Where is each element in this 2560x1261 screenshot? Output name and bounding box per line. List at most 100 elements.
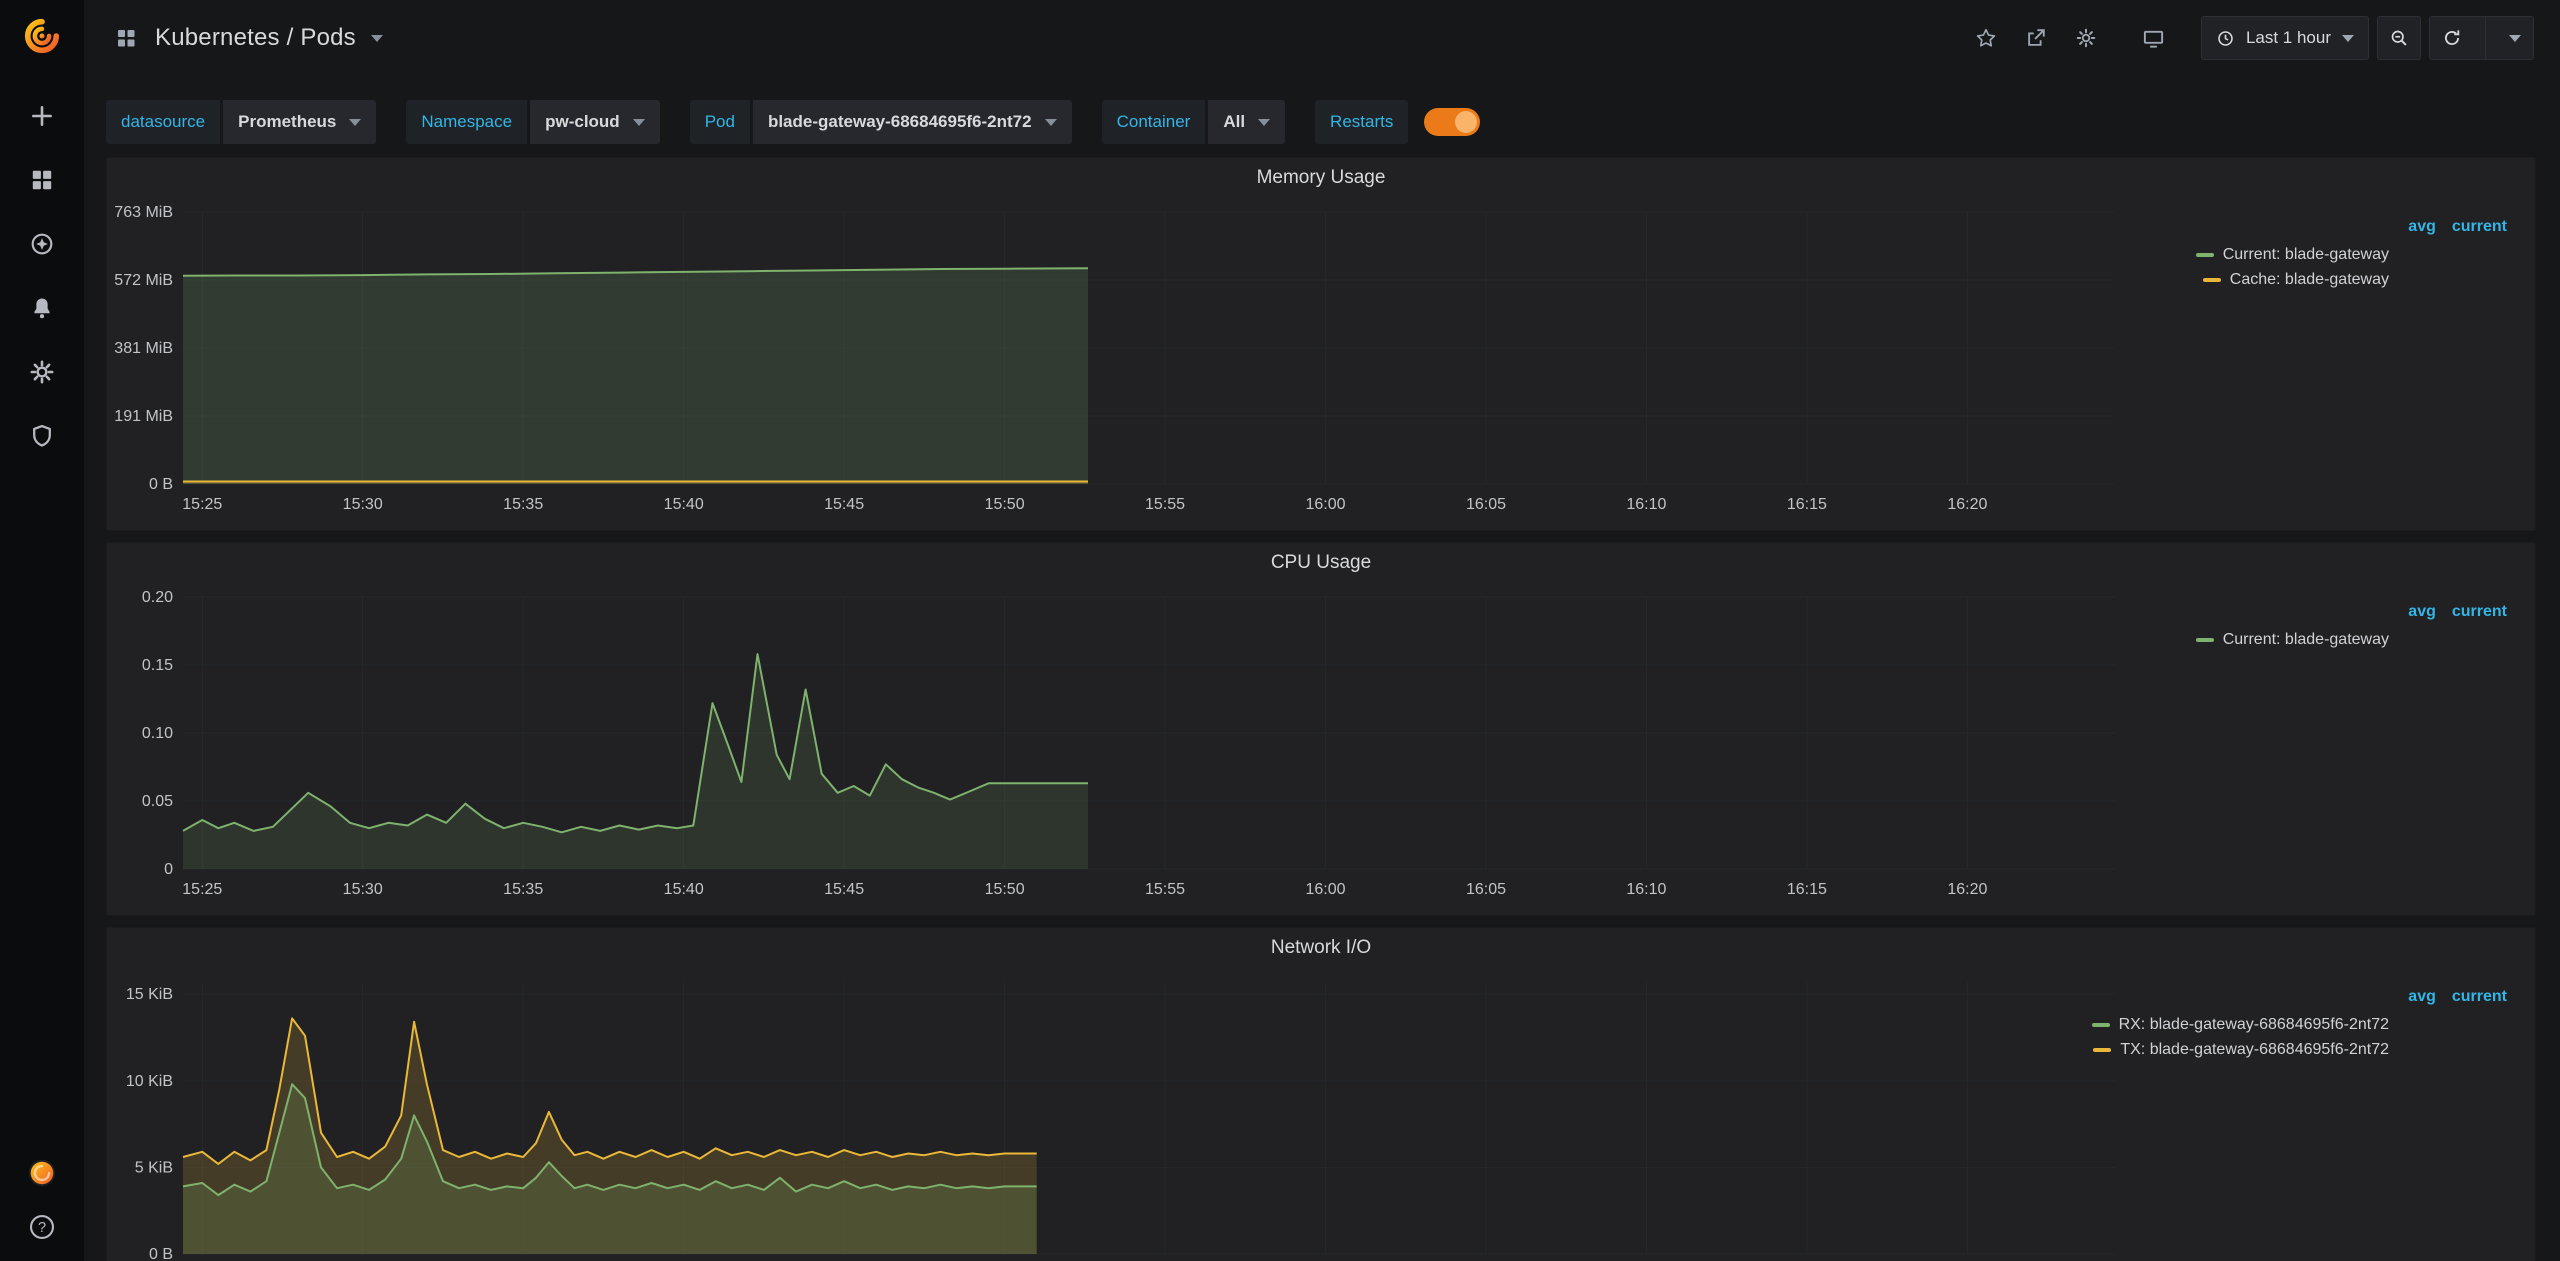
svg-text:15:55: 15:55 xyxy=(1145,881,1185,898)
filter-label: datasource xyxy=(106,100,220,144)
series-color-dash xyxy=(2092,1023,2110,1027)
svg-text:16:15: 16:15 xyxy=(1787,496,1827,513)
svg-text:15:50: 15:50 xyxy=(985,496,1025,513)
svg-text:0.10: 0.10 xyxy=(142,725,173,742)
dashboard-title-group[interactable]: Kubernetes / Pods xyxy=(112,24,383,52)
legend-avg-link[interactable]: avg xyxy=(2408,603,2436,621)
legend: avg current Current: blade-gateway xyxy=(2135,583,2535,907)
svg-text:15:30: 15:30 xyxy=(343,881,383,898)
legend-current-link[interactable]: current xyxy=(2452,218,2507,236)
configuration-gear-icon[interactable] xyxy=(28,358,56,386)
svg-text:15:55: 15:55 xyxy=(1145,496,1185,513)
refresh-button[interactable] xyxy=(2430,17,2474,59)
refresh-icon xyxy=(2442,28,2462,48)
navbar: Kubernetes / Pods xyxy=(84,0,2560,76)
svg-text:0 B: 0 B xyxy=(149,476,173,493)
svg-text:16:15: 16:15 xyxy=(1787,881,1827,898)
svg-text:10 KiB: 10 KiB xyxy=(126,1073,173,1090)
namespace-select[interactable]: pw-cloud xyxy=(530,100,660,144)
grafana-logo-icon[interactable] xyxy=(15,12,69,60)
cpu-usage-chart[interactable]: 00.050.100.150.2015:2515:3015:3515:4015:… xyxy=(107,583,2135,907)
filter-pod: Pod blade-gateway-68684695f6-2nt72 xyxy=(690,100,1072,144)
create-icon[interactable] xyxy=(28,102,56,130)
svg-text:16:00: 16:00 xyxy=(1305,881,1345,898)
svg-text:763 MiB: 763 MiB xyxy=(114,204,173,221)
refresh-button-group xyxy=(2429,16,2534,60)
legend: avg current Current: blade-gateway Cache:… xyxy=(2135,198,2535,522)
chevron-down-icon xyxy=(371,35,383,42)
time-range-label: Last 1 hour xyxy=(2246,28,2331,48)
apps-grid-icon xyxy=(112,24,140,52)
legend-item[interactable]: RX: blade-gateway-68684695f6-2nt72 xyxy=(2092,1016,2389,1034)
filter-label: Container xyxy=(1102,100,1206,144)
server-admin-shield-icon[interactable] xyxy=(28,422,56,450)
sidebar: ? xyxy=(0,0,84,1261)
svg-text:15:35: 15:35 xyxy=(503,496,543,513)
filter-namespace: Namespace pw-cloud xyxy=(406,100,659,144)
svg-text:15:25: 15:25 xyxy=(182,881,222,898)
memory-usage-panel: Memory Usage 0 B191 MiB381 MiB572 MiB763… xyxy=(106,157,2536,531)
legend-avg-link[interactable]: avg xyxy=(2408,988,2436,1006)
dashboard-grid: Memory Usage 0 B191 MiB381 MiB572 MiB763… xyxy=(84,144,2560,1261)
help-icon[interactable]: ? xyxy=(28,1213,56,1241)
series-name: Cache: blade-gateway xyxy=(2230,271,2389,289)
zoom-out-icon xyxy=(2389,28,2409,48)
page-title: Kubernetes / Pods xyxy=(155,24,356,52)
time-range-picker[interactable]: Last 1 hour xyxy=(2201,16,2369,60)
filter-restarts: Restarts xyxy=(1315,100,1480,144)
datasource-select[interactable]: Prometheus xyxy=(223,100,376,144)
svg-text:16:20: 16:20 xyxy=(1947,496,1987,513)
legend-item[interactable]: TX: blade-gateway-68684695f6-2nt72 xyxy=(2093,1041,2389,1059)
legend-current-link[interactable]: current xyxy=(2452,988,2507,1006)
svg-text:5 KiB: 5 KiB xyxy=(135,1159,173,1176)
legend-item[interactable]: Cache: blade-gateway xyxy=(2203,271,2389,289)
dashboard-settings-gear-button[interactable] xyxy=(2065,17,2107,59)
explore-compass-icon[interactable] xyxy=(28,230,56,258)
panel-title[interactable]: Network I/O xyxy=(107,928,2535,968)
filter-datasource: datasource Prometheus xyxy=(106,100,376,144)
legend-current-link[interactable]: current xyxy=(2452,603,2507,621)
pod-select[interactable]: blade-gateway-68684695f6-2nt72 xyxy=(753,100,1072,144)
network-io-chart[interactable]: 0 B5 KiB10 KiB15 KiB15:2515:3015:3515:40… xyxy=(107,968,2135,1261)
series-name: Current: blade-gateway xyxy=(2223,246,2389,264)
svg-text:15:45: 15:45 xyxy=(824,496,864,513)
network-io-panel: Network I/O 0 B5 KiB10 KiB15 KiB15:2515:… xyxy=(106,927,2536,1261)
legend-avg-link[interactable]: avg xyxy=(2408,218,2436,236)
user-avatar[interactable] xyxy=(28,1159,56,1187)
memory-usage-chart[interactable]: 0 B191 MiB381 MiB572 MiB763 MiB15:2515:3… xyxy=(107,198,2135,522)
svg-text:16:10: 16:10 xyxy=(1626,496,1666,513)
svg-text:15:40: 15:40 xyxy=(664,496,704,513)
svg-text:572 MiB: 572 MiB xyxy=(114,272,173,289)
svg-text:15 KiB: 15 KiB xyxy=(126,986,173,1003)
svg-text:0 B: 0 B xyxy=(149,1246,173,1261)
cpu-usage-panel: CPU Usage 00.050.100.150.2015:2515:3015:… xyxy=(106,542,2536,916)
panel-title[interactable]: CPU Usage xyxy=(107,543,2535,583)
legend-item[interactable]: Current: blade-gateway xyxy=(2196,631,2389,649)
series-color-dash xyxy=(2196,253,2214,257)
series-color-dash xyxy=(2093,1048,2111,1052)
container-select[interactable]: All xyxy=(1208,100,1285,144)
panel-title[interactable]: Memory Usage xyxy=(107,158,2535,198)
restarts-toggle[interactable] xyxy=(1424,108,1480,136)
alerting-bell-icon[interactable] xyxy=(28,294,56,322)
svg-text:0: 0 xyxy=(164,861,173,878)
legend-item[interactable]: Current: blade-gateway xyxy=(2196,246,2389,264)
series-color-dash xyxy=(2196,638,2214,642)
series-color-dash xyxy=(2203,278,2221,282)
dashboards-icon[interactable] xyxy=(28,166,56,194)
svg-text:15:45: 15:45 xyxy=(824,881,864,898)
refresh-interval-dropdown[interactable] xyxy=(2497,17,2533,59)
svg-text:16:05: 16:05 xyxy=(1466,881,1506,898)
svg-text:15:40: 15:40 xyxy=(664,881,704,898)
share-button[interactable] xyxy=(2015,17,2057,59)
svg-text:15:50: 15:50 xyxy=(985,881,1025,898)
legend: avg current RX: blade-gateway-68684695f6… xyxy=(2135,968,2535,1261)
svg-text:0.05: 0.05 xyxy=(142,793,173,810)
series-name: Current: blade-gateway xyxy=(2223,631,2389,649)
series-name: RX: blade-gateway-68684695f6-2nt72 xyxy=(2119,1016,2389,1034)
svg-text:0.15: 0.15 xyxy=(142,657,173,674)
zoom-out-button[interactable] xyxy=(2377,16,2421,60)
cycle-view-monitor-button[interactable] xyxy=(2133,17,2175,59)
filter-label: Restarts xyxy=(1315,100,1408,144)
star-button[interactable] xyxy=(1965,17,2007,59)
